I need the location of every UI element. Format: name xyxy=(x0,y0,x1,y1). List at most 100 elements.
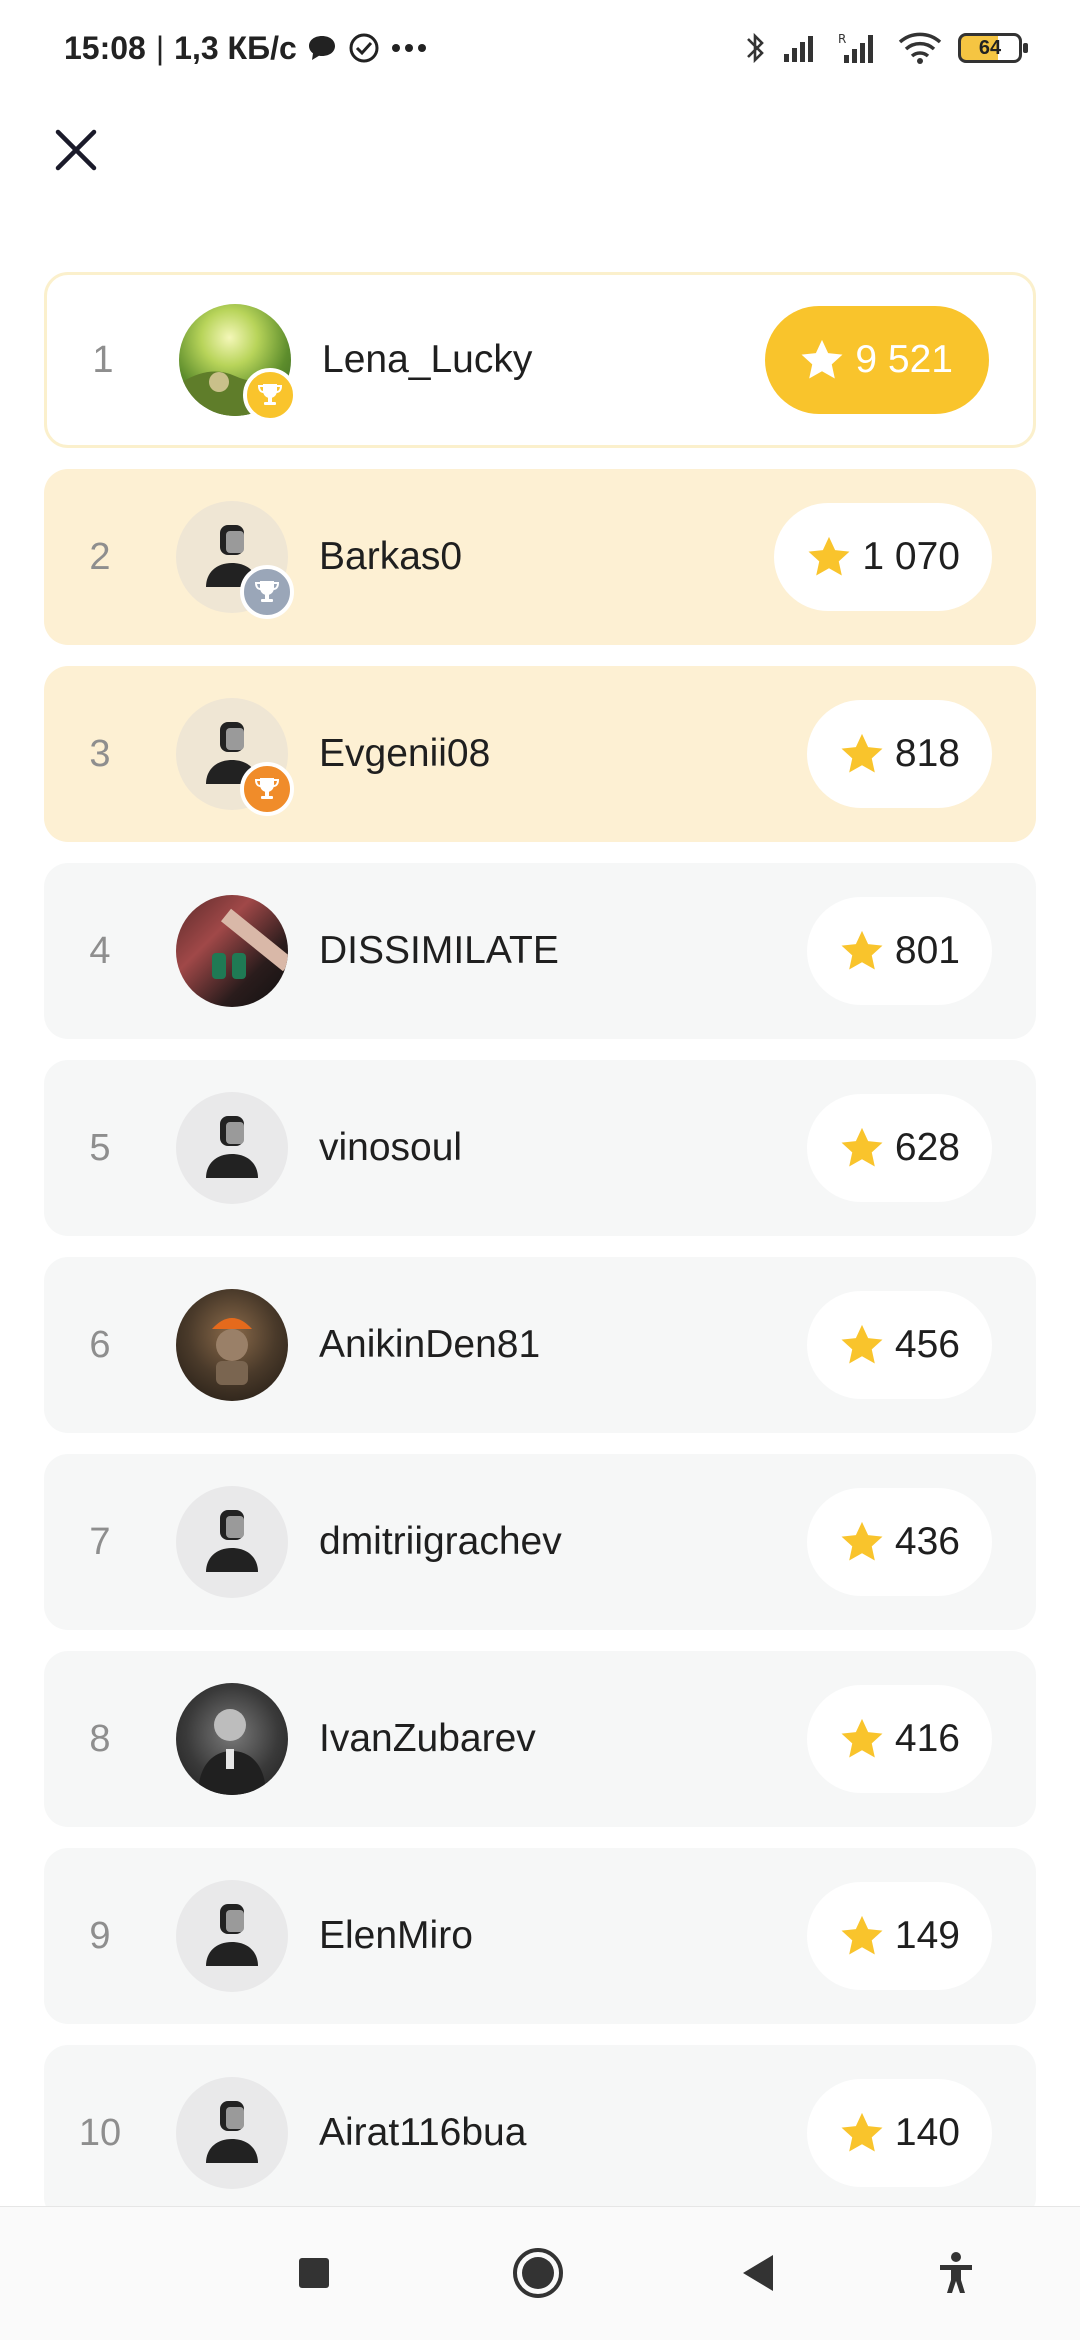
default-user-icon xyxy=(206,1904,258,1966)
star-icon xyxy=(808,536,850,576)
avatar xyxy=(176,501,294,619)
default-user-icon xyxy=(206,2101,258,2163)
avatar xyxy=(176,1683,288,1795)
score-value: 801 xyxy=(894,929,960,972)
score-pill: 628 xyxy=(806,1094,992,1202)
leaderboard-row[interactable]: 3 Evgenii08 818 xyxy=(44,666,1036,842)
star-icon xyxy=(841,1718,883,1758)
score-value: 628 xyxy=(894,1126,960,1169)
avatar-photo xyxy=(212,908,288,979)
leaderboard-row[interactable]: 1 Lena_Lucky 9 521 xyxy=(44,272,1036,448)
status-net-speed: 1,3 КБ/с xyxy=(174,29,297,66)
username: Airat116bua xyxy=(319,2111,527,2154)
rank: 8 xyxy=(89,1717,111,1760)
rank: 9 xyxy=(89,1914,111,1957)
trophy-icon xyxy=(254,778,280,799)
avatar xyxy=(176,1289,288,1401)
recents-square-icon xyxy=(299,2258,329,2288)
score-value: 140 xyxy=(894,2111,960,2154)
avatar-photo xyxy=(198,1709,266,1795)
avatar xyxy=(176,1880,288,1992)
bluetooth-icon xyxy=(747,32,764,64)
avatar-photo xyxy=(212,1318,252,1385)
trophy-icon xyxy=(257,384,283,405)
status-left: 15:08 | 1,3 КБ/с xyxy=(64,30,427,67)
accessibility-button[interactable] xyxy=(916,2233,996,2313)
home-circle-icon xyxy=(513,2248,563,2298)
more-dots-icon xyxy=(391,44,426,52)
star-icon xyxy=(841,1127,883,1167)
star-icon xyxy=(841,2112,883,2152)
star-icon xyxy=(841,733,883,773)
leaderboard-row[interactable]: 7 dmitriigrachev 436 xyxy=(44,1454,1036,1630)
close-button[interactable] xyxy=(48,122,104,178)
back-button[interactable] xyxy=(718,2233,798,2313)
score-pill: 1 070 xyxy=(774,503,992,611)
username: Evgenii08 xyxy=(319,732,491,775)
check-circle-icon xyxy=(349,33,379,63)
rank: 5 xyxy=(89,1126,111,1169)
leaderboard-row[interactable]: 8 IvanZubarev 416 xyxy=(44,1651,1036,1827)
rank: 10 xyxy=(78,2111,122,2154)
wifi-icon xyxy=(898,32,942,64)
rank: 2 xyxy=(89,535,111,578)
score-pill: 9 521 xyxy=(765,306,989,414)
username: ElenMiro xyxy=(319,1914,473,1957)
leaderboard-row[interactable]: 2 Barkas0 1 070 xyxy=(44,469,1036,645)
battery-icon: 64 xyxy=(958,33,1028,63)
rank: 4 xyxy=(89,929,111,972)
username: dmitriigrachev xyxy=(319,1520,562,1563)
avatar xyxy=(176,895,288,1007)
signal-roaming-icon: R xyxy=(838,32,873,63)
leaderboard-row[interactable]: 10 Airat116bua 140 xyxy=(44,2045,1036,2221)
rank: 3 xyxy=(89,732,111,775)
chat-bubble-icon xyxy=(308,36,335,60)
score-pill: 818 xyxy=(806,700,992,808)
leaderboard-row[interactable]: 4 DISSIMILATE 801 xyxy=(44,863,1036,1039)
score-value: 1 070 xyxy=(862,535,960,578)
home-button[interactable] xyxy=(498,2233,578,2313)
accessibility-icon xyxy=(940,2252,972,2293)
username: IvanZubarev xyxy=(319,1717,536,1760)
avatar xyxy=(176,1092,288,1204)
star-icon xyxy=(841,1324,883,1364)
score-pill: 416 xyxy=(806,1685,992,1793)
star-icon xyxy=(841,930,883,970)
status-time: 15:08 xyxy=(64,29,146,66)
back-triangle-icon xyxy=(743,2255,773,2291)
default-user-icon xyxy=(206,1510,258,1572)
username: DISSIMILATE xyxy=(319,929,559,972)
score-value: 436 xyxy=(894,1520,960,1563)
close-icon xyxy=(55,129,97,171)
avatar xyxy=(179,304,297,422)
avatar xyxy=(176,698,294,816)
trophy-badge-bronze xyxy=(240,762,294,816)
score-pill: 801 xyxy=(806,897,992,1005)
username: AnikinDen81 xyxy=(319,1323,541,1366)
username: Barkas0 xyxy=(319,535,463,578)
battery-level: 64 xyxy=(978,36,1002,59)
rank: 7 xyxy=(89,1520,111,1563)
rank: 1 xyxy=(92,338,114,381)
trophy-icon xyxy=(254,581,280,602)
score-value: 149 xyxy=(894,1914,960,1957)
score-value: 818 xyxy=(894,732,960,775)
score-pill: 436 xyxy=(806,1488,992,1596)
username: Lena_Lucky xyxy=(322,338,533,381)
avatar xyxy=(176,2077,288,2189)
score-value: 456 xyxy=(894,1323,960,1366)
recents-button[interactable] xyxy=(274,2233,354,2313)
leaderboard-row[interactable]: 9 ElenMiro 149 xyxy=(44,1848,1036,2024)
leaderboard-row[interactable]: 5 vinosoul 628 xyxy=(44,1060,1036,1236)
star-icon xyxy=(841,1521,883,1561)
score-pill: 456 xyxy=(806,1291,992,1399)
leaderboard-row[interactable]: 6 AnikinDen81 456 xyxy=(44,1257,1036,1433)
signal-icon xyxy=(784,36,813,62)
star-icon xyxy=(841,1915,883,1955)
svg-text:R: R xyxy=(838,32,846,46)
score-value: 9 521 xyxy=(855,338,953,381)
status-separator: | xyxy=(155,29,165,66)
score-pill: 149 xyxy=(806,1882,992,1990)
avatar xyxy=(176,1486,288,1598)
rank: 6 xyxy=(89,1323,111,1366)
